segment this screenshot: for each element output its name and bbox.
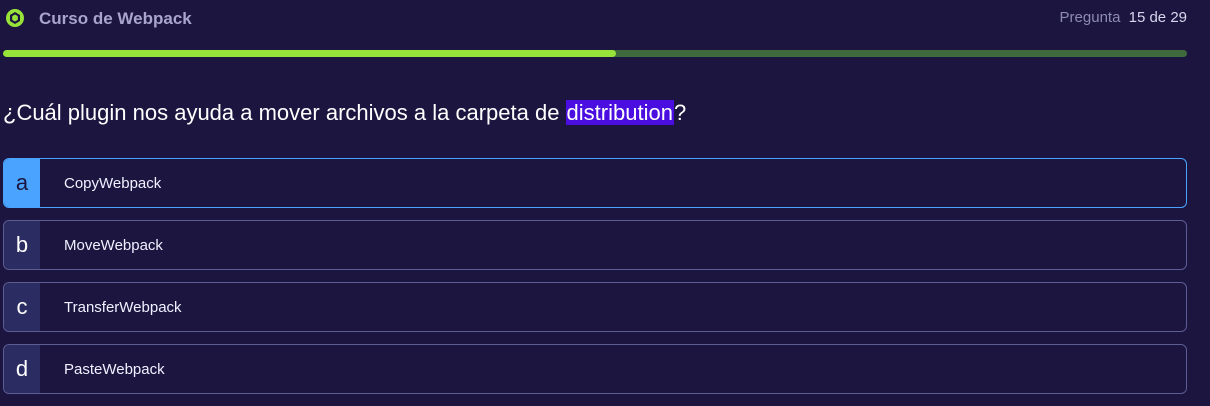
option-label: PasteWebpack <box>64 360 165 378</box>
question-counter: Pregunta 15 de 29 <box>1060 9 1187 26</box>
progress-bar <box>3 50 1187 57</box>
option-label: CopyWebpack <box>64 174 162 192</box>
option-b[interactable]: b MoveWebpack <box>3 220 1187 270</box>
option-letter: c <box>4 283 40 331</box>
option-d[interactable]: d PasteWebpack <box>3 344 1187 394</box>
option-c[interactable]: c TransferWebpack <box>3 282 1187 332</box>
option-letter: b <box>4 221 40 269</box>
question-text-before: ¿Cuál plugin nos ayuda a mover archivos … <box>3 100 566 125</box>
webpack-logo-icon <box>6 9 24 27</box>
question-highlight: distribution <box>565 100 674 125</box>
option-label: TransferWebpack <box>64 298 182 316</box>
counter-value: 15 de 29 <box>1128 9 1187 26</box>
option-letter: a <box>4 159 40 207</box>
question-text-after: ? <box>673 100 687 125</box>
counter-label: Pregunta <box>1059 9 1121 26</box>
question-text: ¿Cuál plugin nos ayuda a mover archivos … <box>3 100 686 126</box>
answer-options: a CopyWebpack b MoveWebpack c TransferWe… <box>3 158 1187 406</box>
course-title: Curso de Webpack <box>39 9 192 28</box>
option-label: MoveWebpack <box>64 236 163 254</box>
option-a[interactable]: a CopyWebpack <box>3 158 1187 208</box>
progress-fill <box>3 50 616 57</box>
header: Curso de Webpack Pregunta 15 de 29 <box>0 0 1210 40</box>
option-letter: d <box>4 345 40 393</box>
